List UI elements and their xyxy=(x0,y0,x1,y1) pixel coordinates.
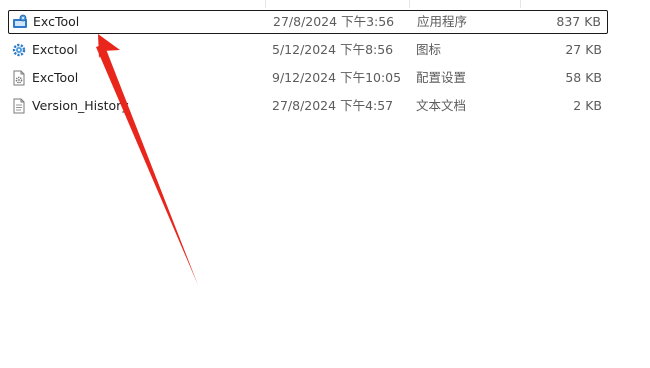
file-row-exctool-ico[interactable]: Exctool 5/12/2024 下午8:56 图标 27 KB xyxy=(8,38,608,62)
file-date-modified: 27/8/2024 下午3:56 xyxy=(273,14,395,29)
file-explorer-view: ExcTool 27/8/2024 下午3:56 应用程序 837 KB Exc… xyxy=(0,0,650,368)
file-size: 2 KB xyxy=(573,98,602,113)
file-type: 配置设置 xyxy=(416,70,467,85)
file-name: ExcTool xyxy=(33,14,80,29)
text-document-icon xyxy=(11,94,27,118)
file-row-exctool-exe[interactable]: ExcTool 27/8/2024 下午3:56 应用程序 837 KB xyxy=(8,10,608,34)
file-name: Exctool xyxy=(32,42,78,57)
application-icon xyxy=(12,11,28,33)
file-size: 58 KB xyxy=(565,70,602,85)
file-date-modified: 9/12/2024 下午10:05 xyxy=(272,70,402,85)
column-divider[interactable] xyxy=(265,0,266,8)
file-type: 文本文档 xyxy=(416,98,467,113)
file-date-modified: 27/8/2024 下午4:57 xyxy=(272,98,394,113)
file-name: ExcTool xyxy=(32,70,79,85)
file-type: 图标 xyxy=(416,42,442,57)
file-name: Version_History xyxy=(32,98,129,113)
column-divider[interactable] xyxy=(409,0,410,8)
file-row-exctool-config[interactable]: ExcTool 9/12/2024 下午10:05 配置设置 58 KB xyxy=(8,66,608,90)
file-size: 837 KB xyxy=(556,14,601,29)
file-list: ExcTool 27/8/2024 下午3:56 应用程序 837 KB Exc… xyxy=(8,10,608,122)
file-row-version-history[interactable]: Version_History 27/8/2024 下午4:57 文本文档 2 … xyxy=(8,94,608,118)
gear-icon xyxy=(11,38,27,62)
column-divider[interactable] xyxy=(520,0,521,8)
file-date-modified: 5/12/2024 下午8:56 xyxy=(272,42,394,57)
file-size: 27 KB xyxy=(565,42,602,57)
settings-file-icon xyxy=(11,66,27,90)
file-type: 应用程序 xyxy=(417,14,468,29)
